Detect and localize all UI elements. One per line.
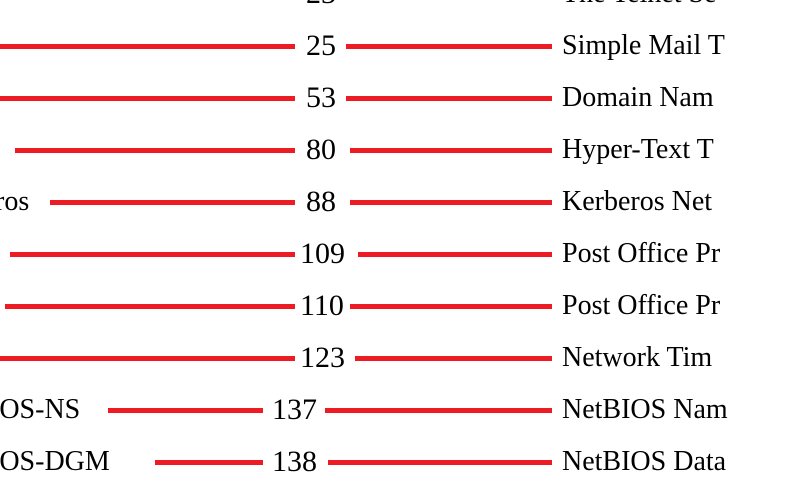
connector-line-left	[108, 408, 263, 413]
connector-line-right	[346, 44, 552, 49]
service-name: The Telnet Se	[562, 0, 717, 10]
service-name: Simple Mail T	[562, 30, 725, 62]
connector-line-left	[155, 460, 263, 465]
connector-line-right	[325, 408, 552, 413]
service-name: Kerberos Net	[562, 186, 712, 218]
port-number: 109	[300, 237, 345, 271]
connector-line-left	[5, 304, 295, 309]
service-name: Post Office Pr	[562, 290, 720, 322]
service-name: Network Tim	[562, 342, 712, 374]
port-number: 123	[300, 341, 345, 375]
connector-line-left	[0, 356, 295, 361]
connector-line-right	[328, 460, 552, 465]
connector-line-left	[0, 96, 295, 101]
service-name: Post Office Pr	[562, 238, 720, 270]
table-row: IOS-NS 137 NetBIOS Nam	[0, 386, 800, 434]
service-name: NetBIOS Data	[562, 446, 726, 478]
table-row: 110 Post Office Pr	[0, 282, 800, 330]
connector-line-right	[346, 96, 552, 101]
port-number: 25	[306, 29, 336, 63]
protocol-abbrev: IOS-NS	[0, 394, 80, 426]
connector-line-right	[358, 252, 552, 257]
table-row: 123 Network Tim	[0, 334, 800, 382]
port-number: 80	[306, 133, 336, 167]
port-number: 138	[272, 445, 317, 479]
service-name: Hyper-Text T	[562, 134, 714, 166]
service-name: Domain Nam	[562, 82, 714, 114]
table-row: IOS-DGM 138 NetBIOS Data	[0, 438, 800, 486]
connector-line-left	[10, 252, 295, 257]
connector-line-right	[350, 304, 552, 309]
port-number: 53	[306, 81, 336, 115]
table-row: 109 Post Office Pr	[0, 230, 800, 278]
port-number: 23	[306, 0, 336, 11]
port-number: 110	[300, 289, 344, 323]
connector-line-right	[350, 148, 552, 153]
table-row: 25 Simple Mail T	[0, 22, 800, 70]
service-name: NetBIOS Nam	[562, 394, 728, 426]
protocol-abbrev: ros	[0, 186, 29, 218]
table-row: ros 88 Kerberos Net	[0, 178, 800, 226]
table-row: 53 Domain Nam	[0, 74, 800, 122]
connector-line-right	[350, 200, 552, 205]
table-row: 23 The Telnet Se	[0, 0, 800, 18]
port-number: 88	[306, 185, 336, 219]
connector-line-left	[15, 148, 295, 153]
protocol-abbrev: IOS-DGM	[0, 446, 110, 478]
connector-line-right	[355, 356, 552, 361]
connector-line-left	[50, 200, 295, 205]
table-row: 80 Hyper-Text T	[0, 126, 800, 174]
port-reference-table: 23 The Telnet Se 25 Simple Mail T 53 Dom…	[0, 0, 800, 500]
port-number: 137	[272, 393, 317, 427]
connector-line-left	[0, 44, 295, 49]
table-row: IOS-SSN 139 NetBIOS Sessi	[0, 490, 800, 500]
